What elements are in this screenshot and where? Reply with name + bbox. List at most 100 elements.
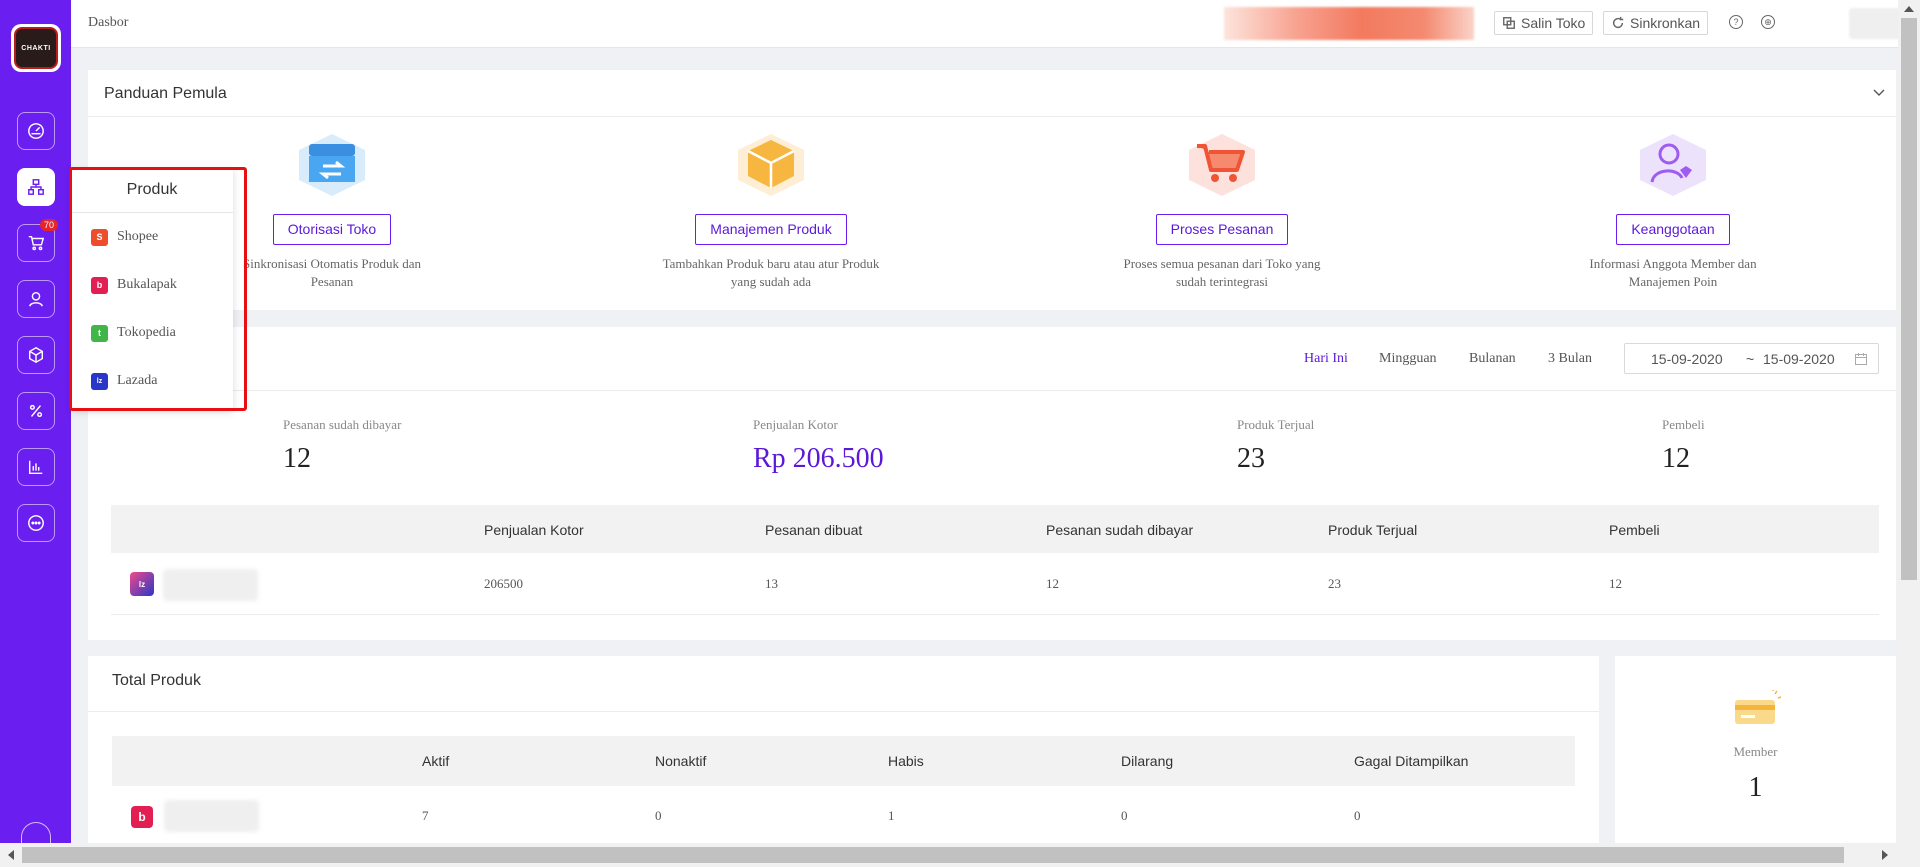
lazada-logo: lz — [91, 372, 108, 390]
divider — [88, 711, 1599, 712]
user-icon — [28, 291, 44, 307]
table-row[interactable]: b 7 0 1 0 0 — [112, 786, 1575, 846]
menu-item-shopee[interactable]: S Shopee — [91, 226, 158, 248]
scrollbar-thumb[interactable] — [1901, 18, 1917, 580]
period-3month-tab[interactable]: 3 Bulan — [1548, 351, 1592, 367]
table-cell: 0 — [655, 808, 662, 823]
menu-item-label: Shopee — [117, 229, 159, 244]
lazada-logo: lz — [130, 572, 154, 596]
divider — [88, 390, 1896, 391]
store-name-blurred — [163, 569, 258, 601]
period-monthly-tab[interactable]: Bulanan — [1469, 351, 1516, 367]
product-platform-menu: Produk S Shopee b Bukalapak t Tokopedia … — [71, 169, 233, 410]
nav-member-button[interactable] — [17, 280, 55, 318]
menu-title: Produk — [71, 169, 233, 213]
column-header: Aktif — [422, 753, 450, 769]
chat-icon — [28, 515, 44, 531]
sync-button[interactable]: Sinkronkan — [1603, 11, 1709, 35]
globe-icon[interactable]: ⊕ — [1761, 15, 1775, 29]
percent-icon — [29, 404, 43, 418]
scroll-left-icon[interactable] — [8, 850, 14, 860]
bukalapak-logo: b — [91, 276, 108, 294]
column-header: Penjualan Kotor — [484, 522, 584, 538]
sitemap-icon — [28, 179, 44, 195]
table-cell: 7 — [422, 808, 429, 823]
menu-item-lazada[interactable]: lz Lazada — [91, 370, 157, 392]
breadcrumb[interactable]: Dasbor — [88, 15, 128, 31]
table-cell: 12 — [1609, 576, 1622, 591]
column-header: Habis — [888, 753, 924, 769]
package-icon — [738, 134, 804, 196]
copy-store-label: Salin Toko — [1521, 15, 1586, 31]
step-description: Sinkronisasi Otomatis Produk dan Pesanan — [242, 256, 422, 289]
store-name-blurred — [164, 800, 259, 832]
column-header: Pembeli — [1609, 522, 1660, 538]
refresh-icon — [1612, 16, 1624, 29]
menu-item-tokopedia[interactable]: t Tokopedia — [91, 322, 176, 344]
topbar: Dasbor Salin Toko Sinkronkan ? ⊕ — [71, 0, 1920, 48]
sales-stats-card: Hari Ini Mingguan Bulanan 3 Bulan 15-09-… — [88, 327, 1896, 640]
product-table-header: Aktif Nonaktif Habis Dilarang Gagal Dita… — [112, 736, 1575, 786]
step-description: Informasi Anggota Member dan Manajemen P… — [1589, 256, 1757, 289]
menu-item-bukalapak[interactable]: b Bukalapak — [91, 274, 177, 296]
kpi-value: Rp 206.500 — [753, 443, 884, 474]
sync-label: Sinkronkan — [1630, 15, 1701, 31]
kpi-buyers: Pembeli 12 — [1662, 417, 1705, 475]
guide-step-product: Manajemen Produk Tambahkan Produk baru a… — [621, 132, 921, 291]
table-row[interactable]: lz 206500 13 12 23 12 — [111, 553, 1879, 615]
membership-button[interactable]: Keanggotaan — [1616, 214, 1730, 245]
guide-step-membership: Keanggotaan Informasi Anggota Member dan… — [1523, 132, 1823, 291]
table-cell: 0 — [1121, 808, 1128, 823]
date-to: 15-09-2020 — [1763, 351, 1835, 367]
scrollbar-thumb[interactable] — [22, 847, 1844, 863]
date-range-picker[interactable]: 15-09-2020 ~ 15-09-2020 — [1624, 343, 1879, 374]
kpi-label: Penjualan Kotor — [753, 417, 838, 432]
member-badge-icon — [1640, 134, 1706, 196]
kpi-paid-orders: Pesanan sudah dibayar 12 — [283, 417, 401, 475]
manage-product-button[interactable]: Manajemen Produk — [695, 214, 847, 245]
nav-product-button[interactable] — [17, 168, 55, 206]
step-description: Proses semua pesanan dari Toko yang suda… — [1123, 256, 1321, 289]
kpi-label: Pesanan sudah dibayar — [283, 417, 402, 432]
nav-inventory-button[interactable] — [17, 336, 55, 374]
table-cell: 206500 — [484, 576, 523, 591]
column-header: Dilarang — [1121, 753, 1174, 769]
period-today-tab[interactable]: Hari Ini — [1304, 351, 1348, 367]
calendar-icon — [1855, 353, 1867, 365]
kpi-value: 23 — [1237, 443, 1265, 474]
horizontal-scrollbar[interactable] — [0, 843, 1920, 867]
scroll-up-icon[interactable] — [1904, 6, 1914, 12]
process-order-button[interactable]: Proses Pesanan — [1155, 214, 1289, 245]
guide-step-order: Proses Pesanan Proses semua pesanan dari… — [1072, 132, 1372, 291]
member-label: Member — [1733, 744, 1778, 759]
box-icon — [28, 346, 44, 364]
date-from: 15-09-2020 — [1651, 351, 1723, 367]
tokopedia-logo: t — [91, 324, 108, 342]
kpi-gross-sales: Penjualan Kotor Rp 206.500 — [753, 417, 884, 475]
column-header: Gagal Ditampilkan — [1354, 753, 1469, 769]
bukalapak-logo: b — [131, 806, 153, 828]
menu-item-label: Tokopedia — [117, 325, 176, 340]
copy-store-button[interactable]: Salin Toko — [1494, 11, 1594, 35]
vertical-scrollbar[interactable] — [1898, 0, 1920, 843]
menu-item-label: Lazada — [117, 373, 158, 388]
nav-promo-button[interactable] — [17, 392, 55, 430]
scroll-right-icon[interactable] — [1882, 850, 1888, 860]
nav-dashboard-button[interactable] — [17, 112, 55, 150]
card-title: Total Produk — [112, 672, 201, 689]
total-product-card: Total Produk Aktif Nonaktif Habis Dilara… — [88, 656, 1599, 846]
authorize-store-button[interactable]: Otorisasi Toko — [272, 214, 392, 245]
help-icon[interactable]: ? — [1729, 15, 1743, 29]
beginner-guide-card: Panduan Pemula Otorisasi Toko Sinkronisa… — [88, 70, 1896, 310]
period-weekly-tab[interactable]: Mingguan — [1379, 351, 1437, 367]
nav-order-button[interactable]: 70 — [17, 219, 58, 262]
table-cell: 1 — [888, 808, 895, 823]
column-header: Nonaktif — [655, 753, 707, 769]
guide-title: Panduan Pemula — [104, 85, 227, 102]
store-logo[interactable]: CHAKTI — [11, 24, 61, 72]
cart-count-badge: 70 — [39, 219, 58, 231]
nav-report-button[interactable] — [17, 448, 55, 486]
chevron-down-icon[interactable] — [1872, 86, 1886, 100]
nav-chat-button[interactable] — [17, 504, 55, 542]
member-card: Member 1 — [1615, 656, 1896, 846]
